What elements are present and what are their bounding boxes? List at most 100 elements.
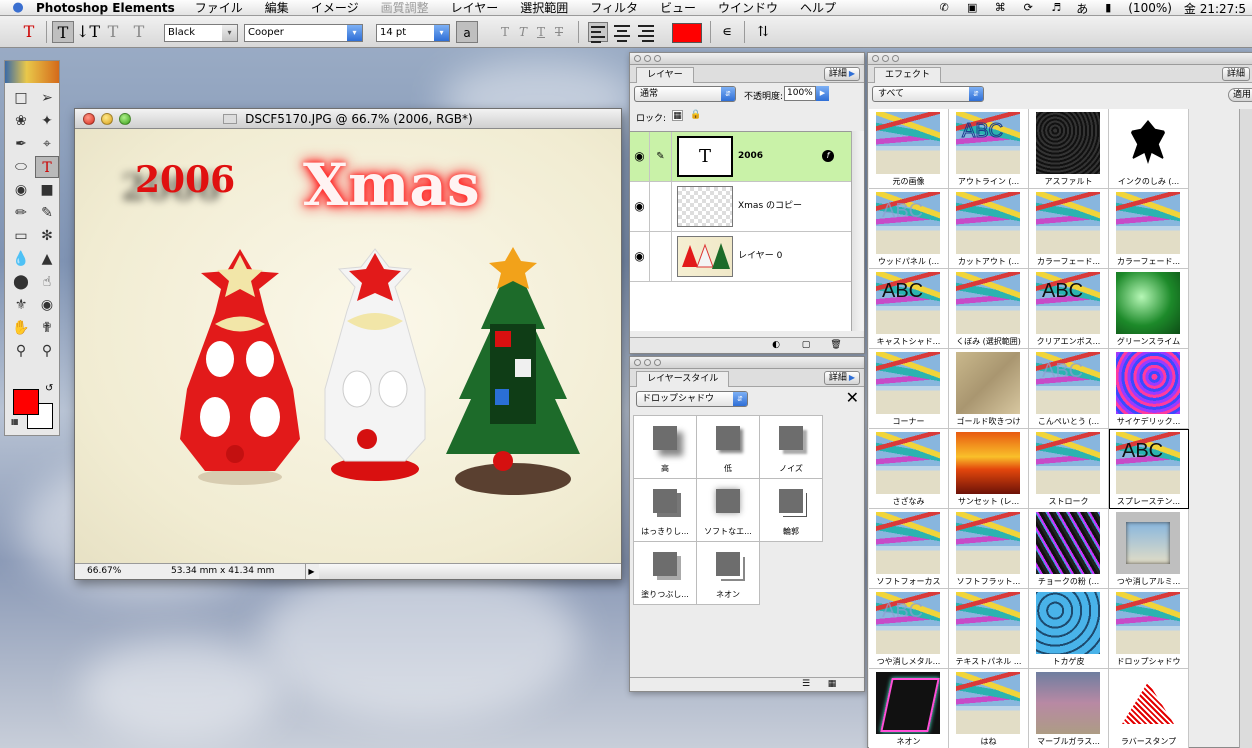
status-menu-arrow-icon[interactable]: ▶ [305,564,317,579]
font-family-arrow-icon[interactable]: ▾ [347,25,362,41]
text-color-swatch[interactable] [672,23,702,43]
red-eye-tool-icon[interactable]: ◉ [35,294,59,316]
palette-close-icon[interactable] [634,359,641,366]
menu-enhance[interactable]: 画質調整 [381,0,429,15]
display-icon[interactable]: ▣ [964,2,980,14]
effect-thumbnail[interactable]: ABC スプレーステン... [1109,429,1189,509]
current-tool-icon[interactable]: T [18,21,40,43]
tab-layer-styles[interactable]: レイヤースタイル [636,371,730,387]
menu-file[interactable]: ファイル [195,0,243,15]
lasso-tool-icon[interactable]: ❀ [9,110,33,132]
text-orientation-icon[interactable]: ⇅ [752,21,774,43]
palette-minimize-icon[interactable] [644,55,651,62]
apple-menu-icon[interactable]: ● [0,0,36,15]
style-thumbnail[interactable]: 塗りつぶし... [634,542,697,605]
font-size-arrow-icon[interactable]: ▾ [434,25,449,41]
effect-thumbnail[interactable]: 元の画像 [869,109,949,189]
antialias-button[interactable]: a [456,21,478,43]
close-window-button[interactable] [83,113,95,125]
eraser-tool-icon[interactable]: ▭ [9,225,33,247]
palette-minimize-icon[interactable] [644,359,651,366]
effect-thumbnail[interactable]: アスファルト [1029,109,1109,189]
swap-colors-icon[interactable]: ↺ [45,383,53,394]
effect-thumbnail[interactable]: ドロップシャドウ [1109,589,1189,669]
tab-layers[interactable]: レイヤー [636,67,694,83]
style-thumbnail[interactable]: 低 [697,416,760,479]
menu-layer[interactable]: レイヤー [451,0,499,15]
zoom-tool-icon[interactable]: ⚲ [35,340,59,362]
tab-effects[interactable]: エフェクト [874,67,942,83]
font-family-select[interactable]: Cooper ▾ [244,24,363,42]
menu-image[interactable]: イメージ [311,0,359,15]
layer-style-icon[interactable]: f [822,150,834,162]
clear-style-icon[interactable]: ✕ [846,390,859,406]
text-layer-2006[interactable]: 2006 [135,159,235,201]
effect-thumbnail[interactable]: ABC クリアエンボス... [1029,269,1109,349]
input-method-indicator[interactable]: あ [1076,0,1088,16]
effect-thumbnail[interactable]: コーナー [869,349,949,429]
horizontal-type-icon[interactable]: T [52,21,74,43]
style-category-select[interactable]: ドロップシャドウ ⇵ [636,391,748,407]
effect-thumbnail[interactable]: ABC こんぺいとう (... [1029,349,1109,429]
eyedropper-tool-icon[interactable]: ✟ [35,317,59,339]
eye-visibility-icon[interactable]: ◉ [630,132,650,181]
menu-edit[interactable]: 編集 [265,0,289,15]
new-adjustment-layer-icon[interactable]: ◐ [770,340,782,351]
effect-thumbnail[interactable]: ネオン [869,669,949,748]
hand-tool-icon[interactable]: ✋ [9,317,33,339]
opacity-slider-arrow-icon[interactable]: ▶ [816,86,829,101]
menu-help[interactable]: ヘルプ [800,0,836,15]
palette-close-icon[interactable] [634,55,641,62]
text-layer-xmas[interactable]: Xmas [303,151,480,219]
palette-zoom-icon[interactable] [654,359,661,366]
layers-more-button[interactable]: 詳細 ▶ [823,67,860,81]
effect-thumbnail[interactable]: はね [949,669,1029,748]
menu-window[interactable]: ウインドウ [718,0,778,15]
blend-mode-select[interactable]: 通常 ⇵ [634,86,736,102]
document-dimensions[interactable]: 53.34 mm x 41.34 mm [171,564,274,579]
zoom-window-button[interactable] [119,113,131,125]
apply-effect-button[interactable]: 適用 [1228,88,1252,102]
effect-thumbnail[interactable]: サンセット (レ... [949,429,1029,509]
align-left-icon[interactable] [588,22,608,43]
style-thumbnail[interactable]: 輪郭 [760,479,823,542]
magic-wand-tool-icon[interactable]: ✦ [35,110,59,132]
custom-shape-tool-icon[interactable]: ⬭ [9,156,33,178]
foreground-color-swatch[interactable] [13,389,39,415]
align-right-icon[interactable] [636,22,656,42]
effect-thumbnail[interactable]: サイケデリック... [1109,349,1189,429]
warp-text-icon[interactable]: ∊ [716,21,738,43]
color-name-field[interactable]: Black ▾ [164,24,238,42]
palette-zoom-icon[interactable] [892,55,899,62]
effect-thumbnail[interactable]: ソフトフラット... [949,509,1029,589]
thumbnail-view-icon[interactable]: ▦ [826,679,838,690]
new-layer-icon[interactable]: ▢ [800,340,812,351]
crop-tool-icon[interactable]: ⌖ [35,133,59,155]
effect-thumbnail[interactable]: ABC キャストシャド... [869,269,949,349]
effect-thumbnail[interactable]: ABC つや消しメタル... [869,589,949,669]
layer-name[interactable]: レイヤー 0 [738,232,782,281]
style-thumbnail[interactable]: ソフトなエ... [697,479,760,542]
effect-thumbnail[interactable]: テキストパネル ... [949,589,1029,669]
align-center-icon[interactable] [612,22,632,42]
lock-transparency-icon[interactable]: ▦ [672,110,683,121]
move-tool-icon[interactable]: ➢ [35,87,59,109]
palette-minimize-icon[interactable] [882,55,889,62]
zoom-level[interactable]: 66.67% [87,564,121,579]
smudge-tool-icon[interactable]: ☝ [35,271,59,293]
layer-name[interactable]: 2006 [738,132,763,181]
marquee-tool-icon[interactable]: □ [9,87,33,109]
minimize-window-button[interactable] [101,113,113,125]
palette-zoom-icon[interactable] [654,55,661,62]
opacity-field[interactable]: 100% [784,86,816,101]
image-canvas[interactable]: 2006 Xmas [75,129,621,565]
effect-thumbnail[interactable]: カットアウト (... [949,189,1029,269]
effects-scrollbar[interactable] [1239,109,1252,748]
battery-icon[interactable]: ▮ [1100,2,1116,14]
link-box-icon[interactable] [650,182,672,231]
default-colors-icon[interactable]: ▦ [11,417,19,426]
style-thumbnail[interactable]: ネオン [697,542,760,605]
eye-visibility-icon[interactable]: ◉ [630,232,650,281]
effect-thumbnail[interactable]: インクのしみ (... [1109,109,1189,189]
clone-stamp-tool-icon[interactable]: ⚜ [9,294,33,316]
